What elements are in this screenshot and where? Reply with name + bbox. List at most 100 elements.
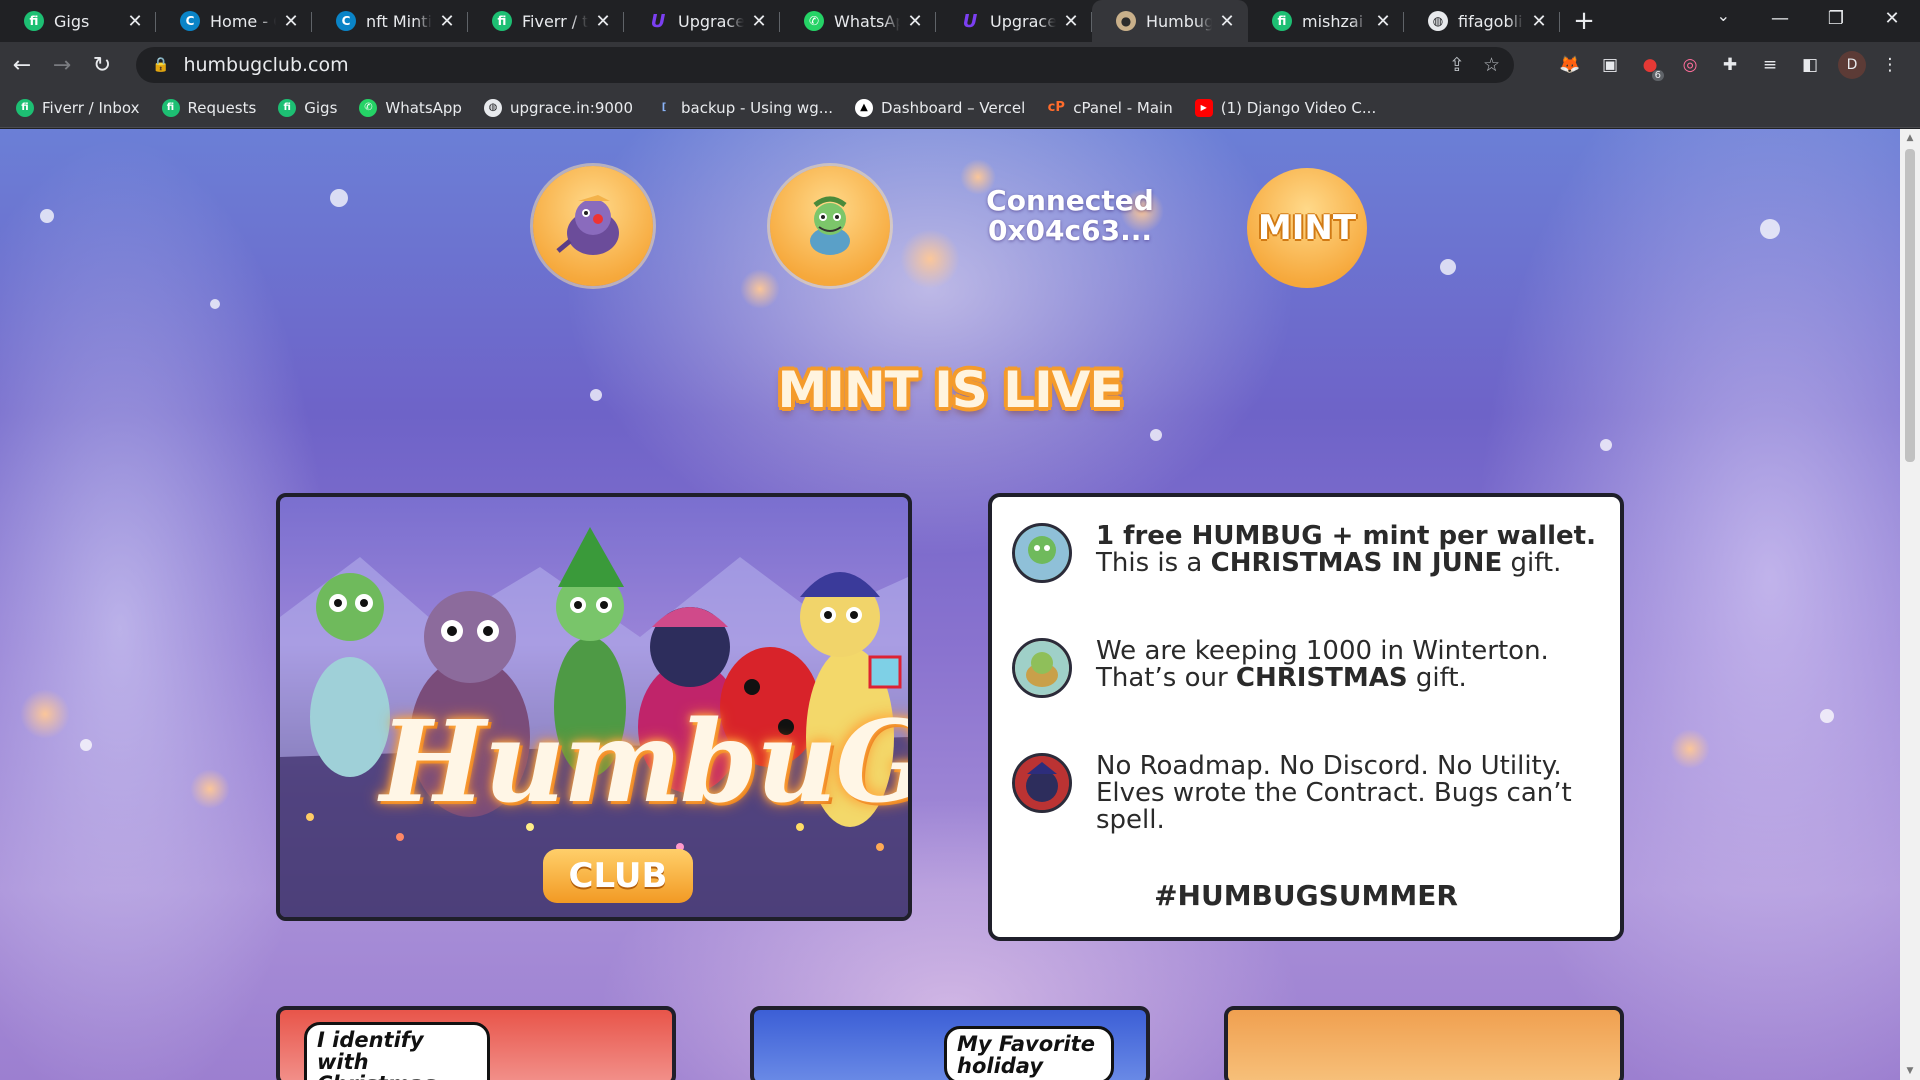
tab-mishzai[interactable]: fi mishzai | Pr ✕ bbox=[1248, 0, 1404, 42]
tab-nft-minting[interactable]: C nft Minting ✕ bbox=[312, 0, 468, 42]
extension-badge: 6 bbox=[1651, 70, 1664, 81]
tab-whatsapp[interactable]: ✆ WhatsApp ✕ bbox=[780, 0, 936, 42]
tab-humbug-club[interactable]: ● Humbug Cl ✕ bbox=[1092, 0, 1248, 42]
tab-upgrace-1[interactable]: U Upgrace | P ✕ bbox=[624, 0, 780, 42]
media-queue-icon[interactable]: ≡ bbox=[1756, 51, 1784, 79]
info-text-part: gift. bbox=[1502, 548, 1562, 578]
metamask-icon[interactable]: 🦊 bbox=[1556, 51, 1584, 79]
comic-panel[interactable] bbox=[1224, 1006, 1624, 1080]
tab-upgrace-2[interactable]: U Upgrace | P ✕ bbox=[936, 0, 1092, 42]
light-glow bbox=[1670, 729, 1710, 769]
snowflake bbox=[80, 739, 92, 751]
mantis-avatar-icon bbox=[1012, 523, 1072, 583]
scrollbar-thumb[interactable] bbox=[1905, 149, 1915, 462]
scroll-up-icon[interactable]: ▲ bbox=[1900, 133, 1920, 143]
close-icon[interactable]: ✕ bbox=[750, 11, 768, 32]
url-text[interactable]: humbugclub.com bbox=[183, 54, 348, 76]
info-text-bold: CHRISTMAS IN JUNE bbox=[1210, 548, 1503, 578]
close-window-icon[interactable]: ✕ bbox=[1864, 0, 1920, 36]
light-glow bbox=[190, 769, 230, 809]
new-tab-button[interactable]: + bbox=[1560, 0, 1608, 42]
bookmark-item[interactable]: fi Fiverr / Inbox bbox=[16, 98, 140, 117]
globe-icon: ◍ bbox=[483, 98, 502, 117]
tab-canva-home[interactable]: C Home - Canva ✕ bbox=[156, 0, 312, 42]
bookmark-item[interactable]: ▲ Dashboard – Vercel bbox=[855, 98, 1025, 117]
back-icon[interactable]: ← bbox=[4, 47, 40, 83]
extension-grey-icon[interactable]: ▣ bbox=[1596, 51, 1624, 79]
tab-title: fifagoblin bbox=[1458, 11, 1524, 31]
bookmark-item[interactable]: ◍ upgrace.in:9000 bbox=[483, 98, 633, 117]
puzzle-icon[interactable]: ✚ bbox=[1716, 51, 1744, 79]
info-text-bold: CHRISTMAS bbox=[1235, 663, 1408, 693]
snowflake bbox=[330, 189, 348, 207]
humbug-icon: ● bbox=[1116, 11, 1136, 31]
mint-live-banner: MINT IS LIVE bbox=[777, 361, 1123, 419]
close-icon[interactable]: ✕ bbox=[906, 11, 924, 32]
beetle-character-icon bbox=[556, 195, 619, 255]
fiverr-icon: fi bbox=[161, 98, 180, 117]
tab-search-icon[interactable]: ⌄ bbox=[1717, 6, 1730, 25]
light-glow bbox=[20, 689, 70, 739]
share-icon[interactable]: ⇪ bbox=[1449, 54, 1465, 76]
info-text-part: That’s our bbox=[1096, 663, 1236, 693]
nav-character-mantis[interactable] bbox=[770, 166, 890, 286]
close-icon[interactable]: ✕ bbox=[282, 11, 300, 32]
minimize-icon[interactable]: — bbox=[1752, 0, 1808, 36]
light-glow bbox=[900, 229, 960, 289]
wallet-status[interactable]: Connected 0x04c63... bbox=[970, 186, 1170, 246]
tab-fifagoblin[interactable]: ◍ fifagoblin ✕ bbox=[1404, 0, 1560, 42]
comic-panel[interactable]: My Favorite holiday bbox=[750, 1006, 1150, 1080]
close-icon[interactable]: ✕ bbox=[594, 11, 612, 32]
bookmark-label: WhatsApp bbox=[385, 98, 462, 117]
fiverr-icon: fi bbox=[16, 98, 34, 117]
close-icon[interactable]: ✕ bbox=[1530, 11, 1548, 32]
beetle-avatar-icon bbox=[1012, 753, 1072, 813]
lock-icon[interactable]: 🔒 bbox=[152, 57, 169, 73]
color-picker-icon[interactable]: ◎ bbox=[1676, 51, 1704, 79]
bookmark-item[interactable]: [backup - Using wg... bbox=[655, 99, 833, 117]
club-badge: CLUB bbox=[543, 849, 693, 903]
bookmark-item[interactable]: fi Gigs bbox=[278, 98, 338, 117]
bookmarks-bar: fi Fiverr / Inbox fi Requests fi Gigs ✆ What… bbox=[0, 88, 1920, 128]
scroll-down-icon[interactable]: ▼ bbox=[1900, 1066, 1920, 1076]
page-scrollbar[interactable]: ▲ ▼ bbox=[1900, 129, 1920, 1080]
close-icon[interactable]: ✕ bbox=[1374, 11, 1392, 32]
side-panel-icon[interactable]: ◧ bbox=[1796, 51, 1824, 79]
hashtag: #HUMBUGSUMMER bbox=[1154, 879, 1458, 912]
cpanel-icon: cP bbox=[1047, 100, 1065, 115]
bookmark-star-icon[interactable]: ☆ bbox=[1483, 54, 1500, 76]
snowflake bbox=[590, 389, 602, 401]
address-bar[interactable]: 🔒 humbugclub.com ⇪ ☆ bbox=[136, 47, 1514, 83]
browser-toolbar: ← → ↻ 🔒 humbugclub.com ⇪ ☆ 🦊 ▣ ● 6 ◎ ✚ ≡ … bbox=[0, 42, 1920, 88]
bookmark-label: Requests bbox=[187, 98, 257, 117]
close-icon[interactable]: ✕ bbox=[126, 11, 144, 32]
tab-title: Upgrace | P bbox=[990, 11, 1056, 31]
bookmark-item[interactable]: ▶ (1) Django Video C... bbox=[1194, 98, 1376, 117]
bookmark-item[interactable]: fi Requests bbox=[161, 98, 257, 117]
fiverr-icon: fi bbox=[24, 11, 44, 31]
comic-panel[interactable]: I identify with Christmas bbox=[276, 1006, 676, 1080]
tab-title: Humbug Cl bbox=[1146, 11, 1212, 31]
kebab-menu-icon[interactable]: ⋮ bbox=[1876, 51, 1904, 79]
close-icon[interactable]: ✕ bbox=[438, 11, 456, 32]
tab-fiverr[interactable]: fi Fiverr / the ✕ bbox=[468, 0, 624, 42]
window-controls: — ❐ ✕ bbox=[1752, 0, 1920, 42]
extension-red-icon[interactable]: ● 6 bbox=[1636, 51, 1664, 81]
tab-gigs[interactable]: fi Gigs ✕ bbox=[0, 0, 156, 42]
upgrace-icon: U bbox=[650, 10, 666, 32]
youtube-icon: ▶ bbox=[1194, 98, 1213, 117]
restore-icon[interactable]: ❐ bbox=[1808, 0, 1864, 36]
reload-icon[interactable]: ↻ bbox=[84, 47, 120, 83]
tab-title: mishzai | Pr bbox=[1302, 11, 1368, 31]
profile-avatar[interactable]: D bbox=[1838, 51, 1866, 79]
forward-icon[interactable]: → bbox=[44, 47, 80, 83]
light-glow bbox=[740, 269, 780, 309]
bookmark-label: Gigs bbox=[304, 98, 338, 117]
mint-button[interactable]: MINT bbox=[1247, 168, 1367, 288]
tab-title: Fiverr / the bbox=[522, 11, 588, 31]
nav-character-bug[interactable] bbox=[533, 166, 653, 286]
bookmark-item[interactable]: cP cPanel - Main bbox=[1047, 99, 1173, 117]
bookmark-item[interactable]: ✆ WhatsApp bbox=[359, 98, 462, 117]
close-icon[interactable]: ✕ bbox=[1218, 11, 1236, 32]
close-icon[interactable]: ✕ bbox=[1062, 11, 1080, 32]
